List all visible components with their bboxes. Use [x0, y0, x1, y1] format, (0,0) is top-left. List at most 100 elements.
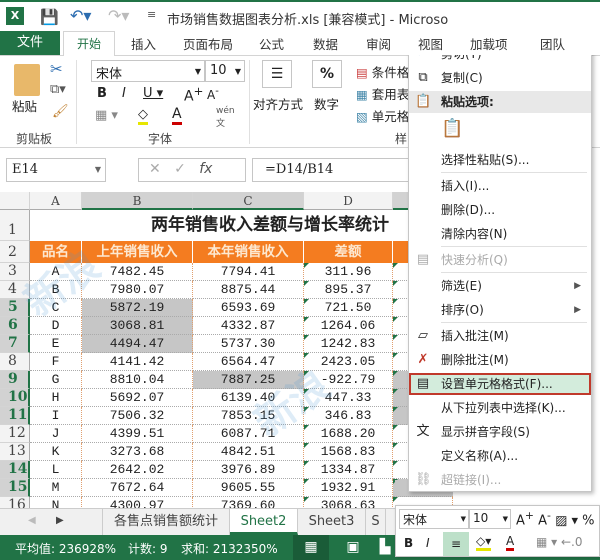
cell[interactable]: 6593.69 [193, 299, 304, 317]
cell[interactable]: 1688.20 [304, 425, 393, 443]
formula-input[interactable]: =D14/B14 [252, 158, 412, 182]
mini-center-button[interactable]: ≡ [443, 532, 469, 556]
align-icon[interactable]: ☰ [262, 60, 292, 88]
copy-icon[interactable]: ⧉▾ [50, 82, 66, 97]
cell[interactable]: 7369.60 [193, 497, 304, 508]
sheet-tab-active[interactable]: Sheet2 [230, 509, 298, 535]
row-header-1[interactable]: 1 [0, 210, 30, 241]
cell[interactable]: 346.83 [304, 407, 393, 425]
font-size-select[interactable]: 10 ▼ [205, 60, 245, 82]
tab-review[interactable]: 审阅 [366, 34, 391, 53]
row-header-4[interactable]: 4 [0, 281, 30, 299]
name-box[interactable]: E14 ▼ [6, 158, 106, 182]
row-header-3[interactable]: 3 [0, 263, 30, 281]
cell[interactable]: 3976.89 [193, 461, 304, 479]
mini-font-size-select[interactable]: 10 ▼ [469, 509, 511, 529]
column-header-a[interactable]: A [30, 192, 82, 210]
sheet-tab[interactable]: S [366, 509, 386, 535]
mini-font-name-select[interactable]: 宋体 ▼ [399, 509, 469, 529]
context-menu-item[interactable]: 排序(O) ▶ [409, 299, 591, 321]
context-menu-item[interactable]: 文显示拼音字段(S) [409, 421, 591, 443]
border-icon[interactable]: ▦ ▾ [95, 108, 118, 123]
cell[interactable]: 5872.19 [82, 299, 193, 317]
cell[interactable]: A [30, 263, 82, 281]
sheet-tab[interactable]: 各售点销售额统计 [102, 509, 230, 535]
cell[interactable]: 9605.55 [193, 479, 304, 497]
select-all-corner[interactable] [0, 192, 30, 210]
save-icon[interactable]: 💾 [40, 8, 59, 26]
cell[interactable]: D [30, 317, 82, 335]
cell[interactable]: E [30, 335, 82, 353]
cell[interactable]: 7853.15 [193, 407, 304, 425]
cell[interactable]: 311.96 [304, 263, 393, 281]
row-header-14[interactable]: 14 [0, 461, 30, 479]
percent-icon[interactable]: % [312, 60, 342, 88]
context-menu-item[interactable]: ✗ 删除批注(M) [409, 349, 591, 371]
context-menu-item[interactable]: 删除(D)... [409, 199, 591, 221]
italic-button[interactable]: I [122, 86, 126, 101]
cell[interactable]: -922.79 [304, 371, 393, 389]
cell[interactable]: I [30, 407, 82, 425]
mini-fill-color-icon[interactable]: ◇▾ [476, 534, 492, 551]
scroll-right-icon[interactable]: ▶ [56, 515, 64, 526]
tab-home[interactable]: 开始 [63, 31, 115, 56]
undo-icon[interactable]: ↶▾ [70, 6, 91, 25]
mini-bold-button[interactable]: B [404, 536, 413, 550]
phonetic-icon[interactable]: wén 文 [216, 106, 235, 129]
cell[interactable]: 7506.32 [82, 407, 193, 425]
column-header-c[interactable]: C [193, 192, 304, 210]
mini-border-icon[interactable]: ▦ ▾ ←.0 [536, 535, 583, 549]
mini-grow-font-icon[interactable]: A+ A- ▨ ▾ % [516, 509, 595, 528]
cell[interactable]: 3068.63 [304, 497, 393, 508]
tab-team[interactable]: 团队 [540, 34, 565, 53]
font-name-select[interactable]: 宋体 ▼ [91, 60, 205, 82]
cell[interactable]: 721.50 [304, 299, 393, 317]
cell[interactable]: 4399.51 [82, 425, 193, 443]
insert-function-icon[interactable]: fx [199, 161, 212, 177]
cell[interactable]: 7794.41 [193, 263, 304, 281]
context-menu-item[interactable]: ⧉ 复制(C) [409, 67, 591, 89]
mini-font-color-icon[interactable]: A [506, 534, 515, 551]
cell[interactable]: 1568.83 [304, 443, 393, 461]
header-cell[interactable]: 品名 [30, 241, 82, 263]
context-menu-item[interactable]: ▤ 快速分析(Q) [409, 249, 591, 271]
cell[interactable]: 5692.07 [82, 389, 193, 407]
header-cell[interactable]: 本年销售收入 [193, 241, 304, 263]
cell[interactable]: 1932.91 [304, 479, 393, 497]
shrink-font-button[interactable]: A- [207, 86, 219, 102]
cell-styles-button[interactable]: ▧ 单元格 [356, 106, 409, 125]
cell[interactable]: 4300.97 [82, 497, 193, 508]
row-header-15[interactable]: 15 [0, 479, 30, 497]
cell[interactable]: L [30, 461, 82, 479]
page-break-view-icon[interactable]: ▙ [375, 535, 395, 560]
row-header-2[interactable]: 2 [0, 241, 30, 263]
cell[interactable]: F [30, 353, 82, 371]
tab-page-layout[interactable]: 页面布局 [183, 34, 233, 53]
context-menu-item[interactable]: 从下拉列表中选择(K)... [409, 397, 591, 419]
customize-qat-icon[interactable]: ≡ [147, 8, 156, 21]
cell[interactable]: H [30, 389, 82, 407]
context-menu-item[interactable]: 定义名称(A)... [409, 445, 591, 467]
cell[interactable]: K [30, 443, 82, 461]
tab-addins[interactable]: 加载项 [470, 34, 508, 53]
context-menu-item[interactable]: 筛选(E) ▶ [409, 275, 591, 297]
column-header-d[interactable]: D [304, 192, 393, 210]
tab-formulas[interactable]: 公式 [259, 34, 284, 53]
column-header-b[interactable]: B [82, 192, 193, 210]
cell[interactable]: 2642.02 [82, 461, 193, 479]
row-header-9[interactable]: 9 [0, 371, 30, 389]
cell[interactable]: 1264.06 [304, 317, 393, 335]
cell[interactable]: 5737.30 [193, 335, 304, 353]
enter-icon[interactable]: ✓ [174, 161, 186, 177]
cell[interactable]: 2423.05 [304, 353, 393, 371]
cell[interactable]: G [30, 371, 82, 389]
cell[interactable]: 6139.40 [193, 389, 304, 407]
cell[interactable]: 7887.25 [193, 371, 304, 389]
context-menu-item[interactable]: ▱ 插入批注(M) [409, 325, 591, 347]
number-format-button[interactable]: 数字 [314, 94, 339, 113]
cell[interactable]: 4141.42 [82, 353, 193, 371]
context-menu-item[interactable]: 选择性粘贴(S)... [409, 149, 591, 171]
alignment-button[interactable]: 对齐方式 [253, 94, 303, 113]
row-header-10[interactable]: 10 [0, 389, 30, 407]
scroll-left-icon[interactable]: ◀ [28, 515, 36, 526]
